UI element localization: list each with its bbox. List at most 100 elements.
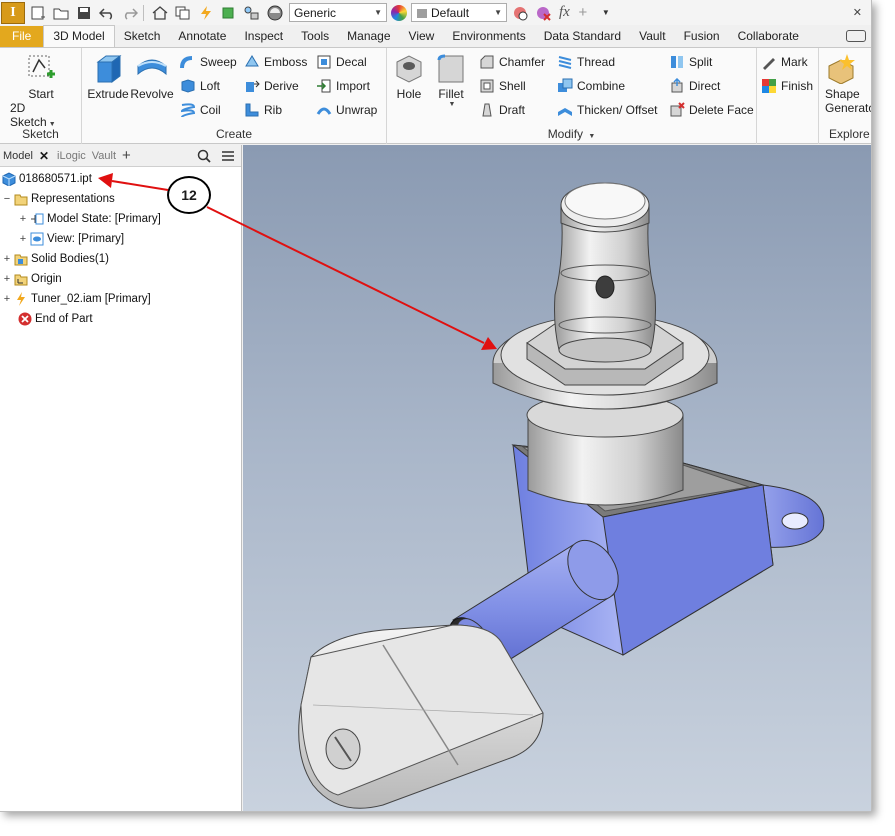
decal-button[interactable]: Decal <box>316 54 367 70</box>
tree-solid-bodies[interactable]: + Solid Bodies(1) <box>2 249 109 269</box>
tree-view[interactable]: + View: [Primary] <box>18 229 124 249</box>
tree-origin[interactable]: + Origin <box>2 269 62 289</box>
tree-root-label: 018680571.ipt <box>19 173 92 185</box>
material-value: Generic <box>294 5 337 20</box>
copy-design-icon[interactable] <box>173 4 193 22</box>
start-2d-sketch-button[interactable]: Start 2D Sketch ▼ <box>10 52 72 129</box>
thicken-icon <box>558 108 572 116</box>
callout-number-badge: 12 <box>167 176 211 214</box>
expand-icon[interactable]: + <box>2 253 12 265</box>
undo-icon[interactable] <box>97 4 117 22</box>
redo-icon[interactable] <box>120 4 140 22</box>
search-icon[interactable] <box>197 149 211 163</box>
tab-sketch[interactable]: Sketch <box>115 26 170 47</box>
menu-icon[interactable] <box>221 149 235 163</box>
tree-tuner-assembly[interactable]: + Tuner_02.iam [Primary] <box>2 289 151 309</box>
ribbon-minimize-icon[interactable] <box>846 30 866 42</box>
mark-panel: Mark Finish <box>757 48 819 144</box>
select-filter-icon[interactable] <box>219 4 239 22</box>
clear-appearance-icon[interactable] <box>533 4 553 22</box>
material-dropdown[interactable]: Generic ▼ <box>289 3 387 22</box>
direct-icon <box>671 78 683 93</box>
split-button[interactable]: Split <box>669 54 712 70</box>
thicken-offset-button[interactable]: Thicken/ Offset <box>557 102 657 118</box>
fillet-button[interactable]: Fillet ▼ <box>431 52 471 108</box>
chamfer-button[interactable]: Chamfer <box>479 54 545 70</box>
tab-vault[interactable]: Vault <box>630 26 674 47</box>
loft-button[interactable]: Loft <box>180 78 220 94</box>
tab-fusion[interactable]: Fusion <box>675 26 729 47</box>
coil-button[interactable]: Coil <box>180 102 221 118</box>
tab-inspect[interactable]: Inspect <box>235 26 292 47</box>
browser-tab-ilogic[interactable]: iLogic <box>57 150 86 162</box>
hole-button[interactable]: Hole <box>389 52 429 101</box>
emboss-button[interactable]: Emboss <box>244 54 307 70</box>
decal-icon <box>317 55 331 69</box>
shape-generator-button[interactable]: Shape Generator <box>825 52 871 115</box>
tab-file[interactable]: File <box>0 26 44 47</box>
explore-panel: Shape Generator Explore <box>819 48 871 144</box>
tab-manage[interactable]: Manage <box>338 26 399 47</box>
add-plus-icon[interactable]: + <box>573 4 593 22</box>
parameters-fx-icon[interactable]: fx <box>559 4 570 21</box>
customize-dropdown-icon[interactable]: ▼ <box>596 4 616 22</box>
draft-button[interactable]: Draft <box>479 102 525 118</box>
tab-tools[interactable]: Tools <box>292 26 338 47</box>
derive-icon <box>246 80 260 92</box>
rib-button[interactable]: Rib <box>244 102 282 118</box>
adjust-appearance-icon[interactable] <box>510 4 530 22</box>
tab-collaborate[interactable]: Collaborate <box>729 26 808 47</box>
derive-button[interactable]: Derive <box>244 78 299 94</box>
tree-root-part[interactable]: 018680571.ipt <box>2 169 92 189</box>
direct-label: Direct <box>689 79 721 93</box>
split-icon <box>671 56 683 68</box>
representations-label: Representations <box>31 193 115 205</box>
shell-button[interactable]: Shell <box>479 78 526 94</box>
origin-folder-icon <box>14 274 28 286</box>
add-tab-icon[interactable]: + <box>122 147 131 164</box>
shell-icon <box>480 79 494 93</box>
expand-icon[interactable]: + <box>2 273 12 285</box>
browser-tab-model[interactable]: Model <box>3 150 33 162</box>
update-lightning-icon[interactable] <box>196 4 216 22</box>
open-folder-icon[interactable] <box>51 4 71 22</box>
combine-button[interactable]: Combine <box>557 78 625 94</box>
sweep-button[interactable]: Sweep <box>180 54 237 70</box>
tree-model-state[interactable]: + Model State: [Primary] <box>18 209 161 229</box>
finish-button[interactable]: Finish <box>761 78 813 94</box>
home-icon[interactable] <box>150 4 170 22</box>
tab-view[interactable]: View <box>400 26 444 47</box>
measure-icon[interactable] <box>242 4 262 22</box>
tree-end-of-part[interactable]: End of Part <box>18 309 93 329</box>
close-icon[interactable]: ✕ <box>39 149 49 163</box>
tab-environments[interactable]: Environments <box>443 26 534 47</box>
tab-3d-model[interactable]: 3D Model <box>43 25 115 47</box>
revolve-button[interactable]: Revolve <box>130 52 174 101</box>
unwrap-button[interactable]: Unwrap <box>316 102 377 118</box>
mark-button[interactable]: Mark <box>761 54 808 70</box>
expand-icon[interactable]: + <box>18 213 28 225</box>
collapse-icon[interactable]: − <box>2 193 12 205</box>
draft-icon <box>482 103 492 117</box>
model-browser: Model ✕ iLogic Vault + 018680571.ipt − R… <box>0 145 242 811</box>
app-menu-button[interactable]: I <box>1 1 25 24</box>
direct-button[interactable]: Direct <box>669 78 720 94</box>
expand-icon[interactable]: + <box>2 293 12 305</box>
thread-button[interactable]: Thread <box>557 54 615 70</box>
new-file-icon[interactable] <box>28 4 48 22</box>
appearance-dropdown[interactable]: Default ▼ <box>411 3 507 22</box>
expand-icon[interactable]: + <box>18 233 28 245</box>
tab-data-standard[interactable]: Data Standard <box>535 26 630 47</box>
browser-tab-vault[interactable]: Vault <box>92 150 116 162</box>
tab-annotate[interactable]: Annotate <box>169 26 235 47</box>
graphics-viewport[interactable] <box>243 145 871 811</box>
tree-representations[interactable]: − Representations <box>2 189 115 209</box>
coil-icon <box>180 103 196 118</box>
delete-face-button[interactable]: Delete Face <box>669 102 754 118</box>
import-button[interactable]: Import <box>316 78 370 94</box>
save-icon[interactable] <box>74 4 94 22</box>
close-icon[interactable]: ✕ <box>853 6 862 19</box>
revolve-label: Revolve <box>130 87 174 101</box>
extrude-button[interactable]: Extrude <box>86 52 130 101</box>
browser-header: Model ✕ iLogic Vault + <box>0 145 241 167</box>
